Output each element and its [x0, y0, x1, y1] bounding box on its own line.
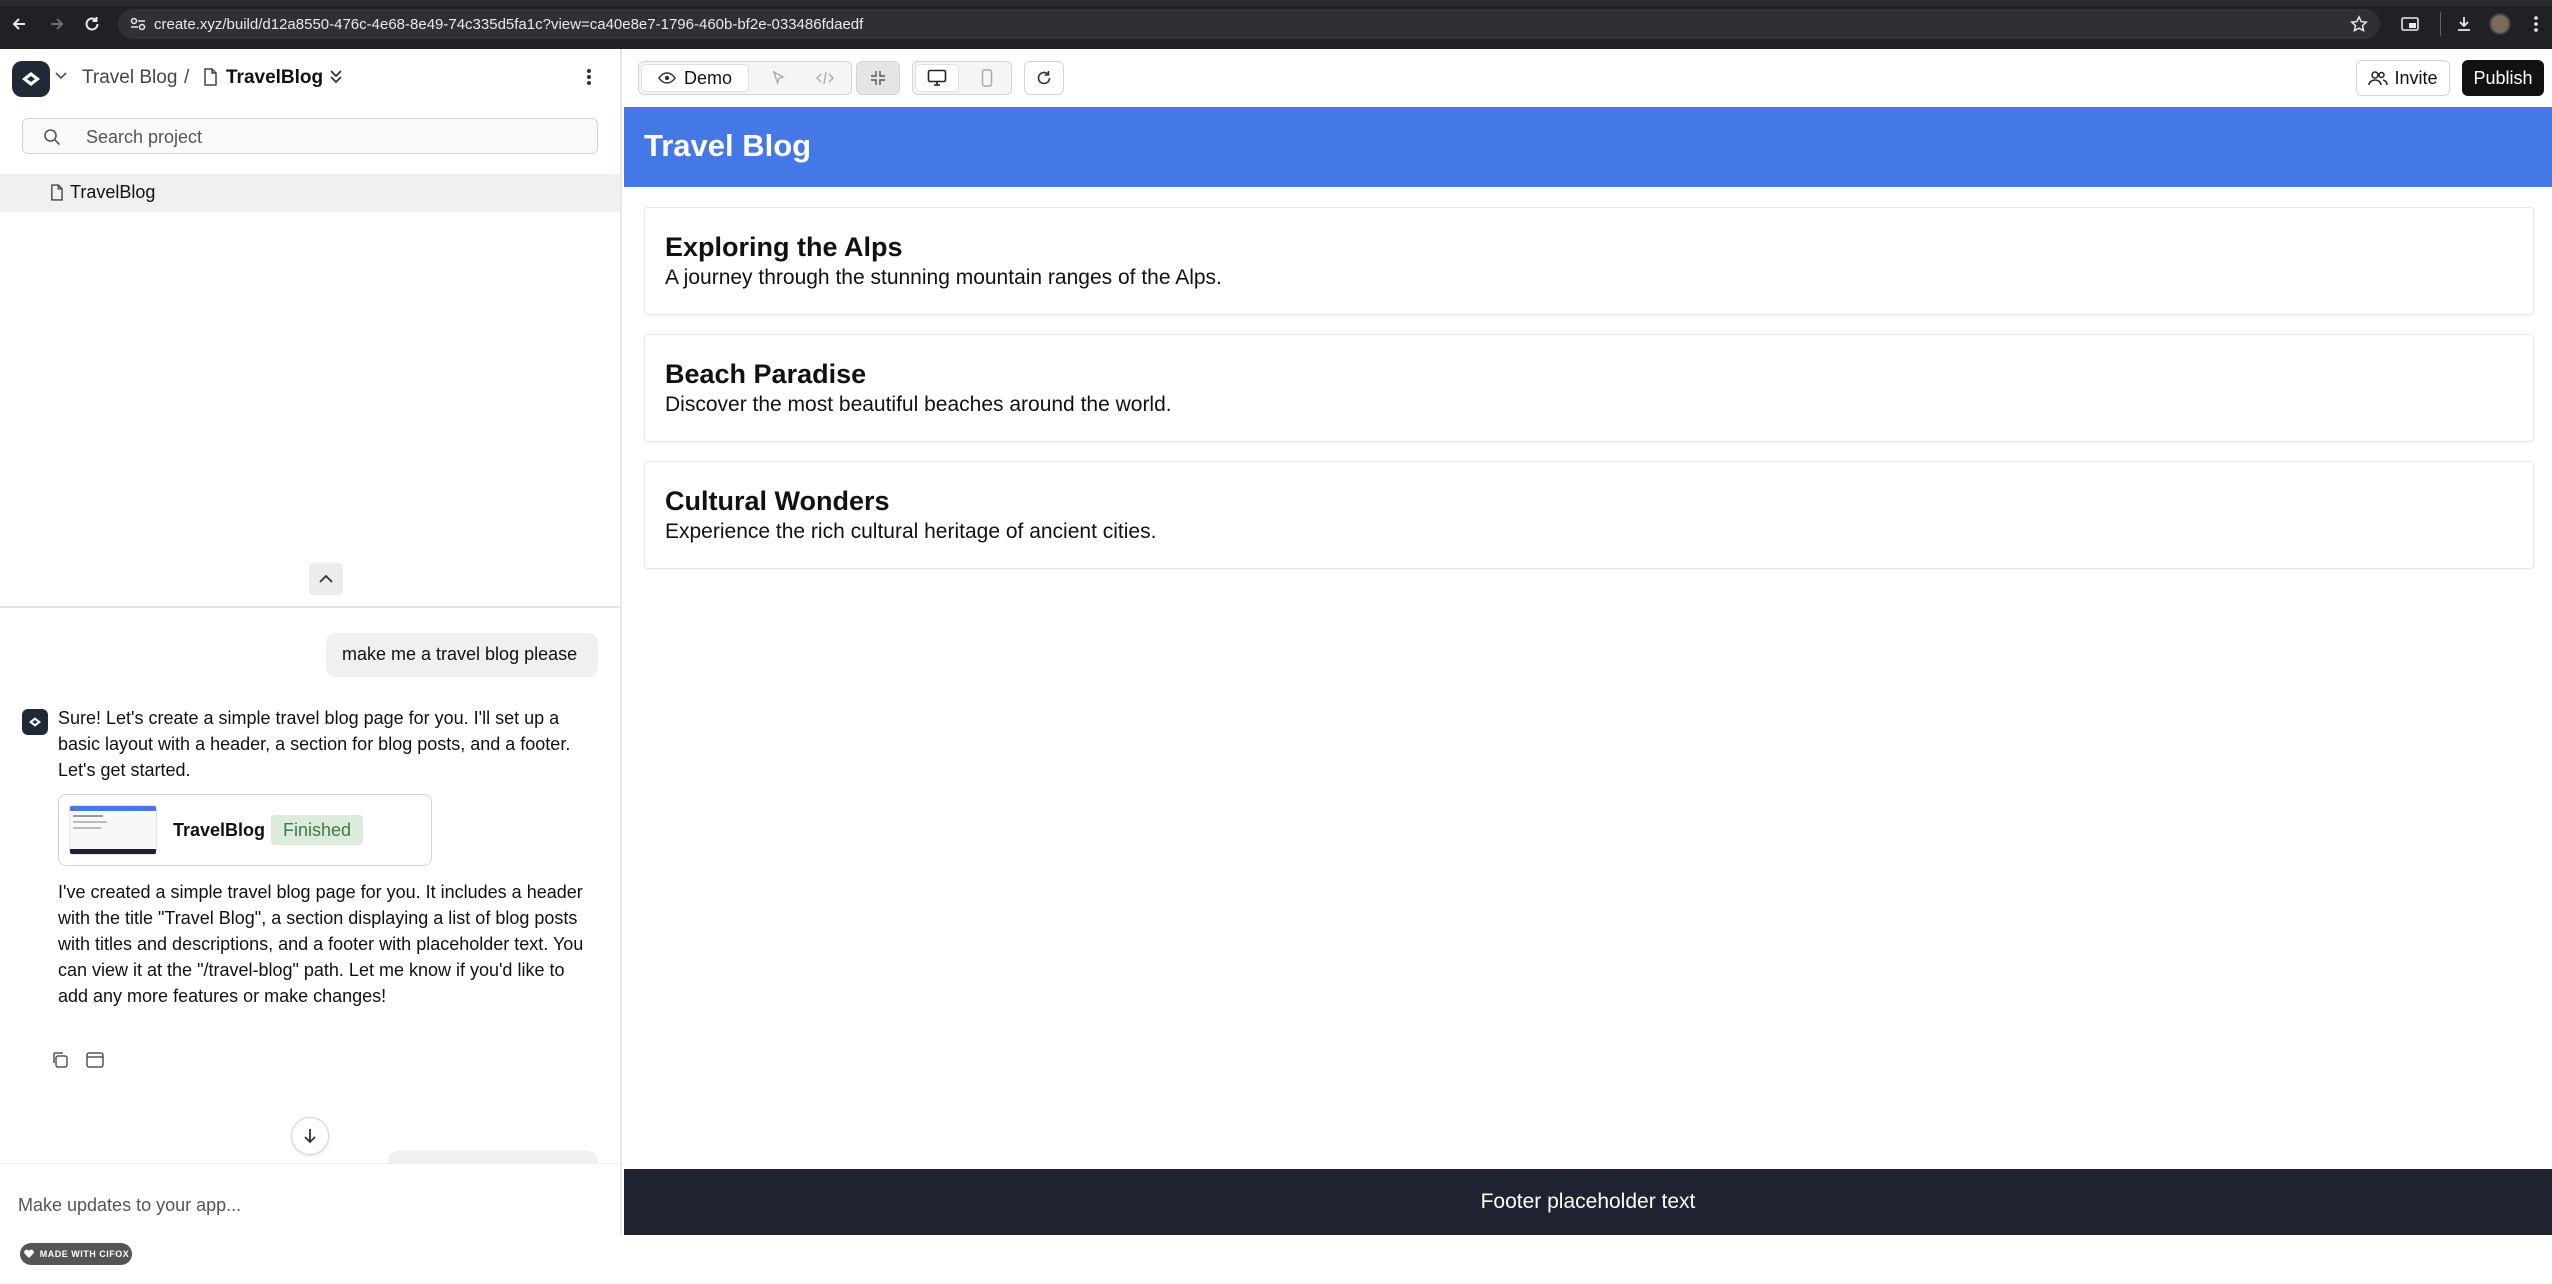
browser-chrome: create.xyz/build/d12a8550-476c-4e68-8e49…	[0, 0, 2552, 49]
address-bar[interactable]: create.xyz/build/d12a8550-476c-4e68-8e49…	[118, 9, 2380, 39]
composer-placeholder: Make updates to your app...	[18, 1195, 242, 1215]
artifact-name: TravelBlog	[173, 820, 266, 840]
status-badge: Finished	[271, 815, 363, 845]
site-footer: Footer placeholder text	[624, 1169, 2552, 1235]
breadcrumb-page[interactable]: TravelBlog	[226, 67, 323, 89]
demo-label: Demo	[683, 67, 732, 88]
scroll-to-bottom-button[interactable]	[291, 1117, 329, 1155]
footer-text: Footer placeholder text	[1480, 1190, 1696, 1213]
invite-button[interactable]: Invite	[2356, 60, 2450, 96]
made-with-text: MADE WITH CIFOX	[39, 1249, 130, 1259]
search-input[interactable]: Search project	[22, 118, 598, 154]
demo-mode-button[interactable]: Demo	[641, 64, 749, 92]
eye-icon	[658, 72, 676, 84]
forward-icon[interactable]	[44, 12, 68, 36]
chevron-up-icon	[319, 574, 333, 583]
blog-post-card: Cultural Wonders Experience the rich cul…	[644, 461, 2534, 569]
view-mode-group: Demo	[638, 61, 852, 95]
toolbar-divider	[2440, 12, 2441, 36]
users-icon	[2368, 71, 2389, 86]
invite-label: Invite	[2394, 67, 2438, 88]
cast-icon[interactable]	[2398, 12, 2422, 36]
more-options-icon[interactable]	[586, 67, 592, 87]
mobile-view-icon[interactable]	[965, 64, 1009, 92]
user-message: make me a travel blog please	[326, 633, 598, 677]
preview-toolbar: Demo Invite Publish	[622, 49, 2552, 107]
copy-icon[interactable]	[50, 1050, 72, 1072]
breadcrumb-project[interactable]: Travel Blog	[82, 67, 177, 89]
reload-icon[interactable]	[80, 12, 104, 36]
assistant-avatar-icon	[22, 709, 48, 735]
file-tree-item-label: TravelBlog	[70, 182, 156, 202]
made-with-badge[interactable]: MADE WITH CIFOX	[20, 1243, 132, 1265]
view-artifact-icon[interactable]	[85, 1050, 107, 1072]
app-logo-icon[interactable]	[12, 61, 50, 97]
search-icon	[43, 128, 61, 146]
heart-icon	[23, 1249, 34, 1258]
assistant-message-intro: Sure! Let's create a simple travel blog …	[58, 708, 571, 780]
profile-avatar-icon[interactable]	[2488, 12, 2512, 36]
site-settings-icon[interactable]	[130, 17, 146, 31]
blog-post-description: A journey through the stunning mountain …	[665, 266, 1222, 289]
blog-post-card: Beach Paradise Discover the most beautif…	[644, 334, 2534, 442]
collapse-preview-button[interactable]	[856, 61, 900, 95]
download-icon[interactable]	[2452, 12, 2476, 36]
panel-divider[interactable]	[0, 606, 620, 608]
code-icon[interactable]	[805, 64, 845, 92]
select-element-icon[interactable]	[759, 64, 799, 92]
bookmark-star-icon[interactable]	[2350, 15, 2368, 33]
artifact-thumbnail	[69, 805, 157, 855]
arrow-down-icon	[304, 1129, 316, 1144]
refresh-icon	[1027, 64, 1061, 92]
minimize-icon	[859, 64, 897, 92]
back-icon[interactable]	[8, 12, 32, 36]
blog-post-card: Exploring the Alps A journey through the…	[644, 207, 2534, 315]
site-header: Travel Blog	[624, 107, 2552, 187]
assistant-message-summary: I've created a simple travel blog page f…	[58, 882, 584, 1006]
file-tree-item-travelblog[interactable]: TravelBlog	[0, 174, 620, 212]
blog-post-description: Discover the most beautiful beaches arou…	[665, 393, 1172, 416]
publish-button[interactable]: Publish	[2462, 60, 2544, 96]
desktop-view-icon[interactable]	[915, 64, 959, 92]
url-text: create.xyz/build/d12a8550-476c-4e68-8e49…	[154, 16, 864, 33]
search-placeholder: Search project	[86, 127, 203, 147]
artifact-card[interactable]: TravelBlog Finished	[58, 794, 432, 866]
file-icon	[203, 68, 217, 86]
browser-topline	[0, 0, 2552, 6]
blog-post-title: Beach Paradise	[665, 359, 867, 389]
refresh-preview-button[interactable]	[1024, 61, 1064, 95]
file-icon	[50, 184, 63, 201]
blog-post-title: Exploring the Alps	[665, 232, 903, 262]
site-title: Travel Blog	[644, 128, 812, 163]
blog-post-description: Experience the rich cultural heritage of…	[665, 520, 1157, 543]
chevrons-expand-icon[interactable]	[329, 67, 343, 87]
left-panel: Travel Blog / TravelBlog Search project …	[0, 49, 622, 1284]
chat-composer[interactable]: Make updates to your app... MADE WITH CI…	[0, 1163, 620, 1284]
collapse-panel-button[interactable]	[309, 563, 343, 595]
browser-menu-icon[interactable]	[2524, 12, 2548, 36]
app-preview: Travel Blog Exploring the Alps A journey…	[624, 107, 2552, 1235]
chevron-down-icon[interactable]	[54, 71, 68, 81]
device-toggle-group	[912, 61, 1012, 95]
blog-post-title: Cultural Wonders	[665, 486, 890, 516]
breadcrumb-separator: /	[184, 67, 190, 88]
